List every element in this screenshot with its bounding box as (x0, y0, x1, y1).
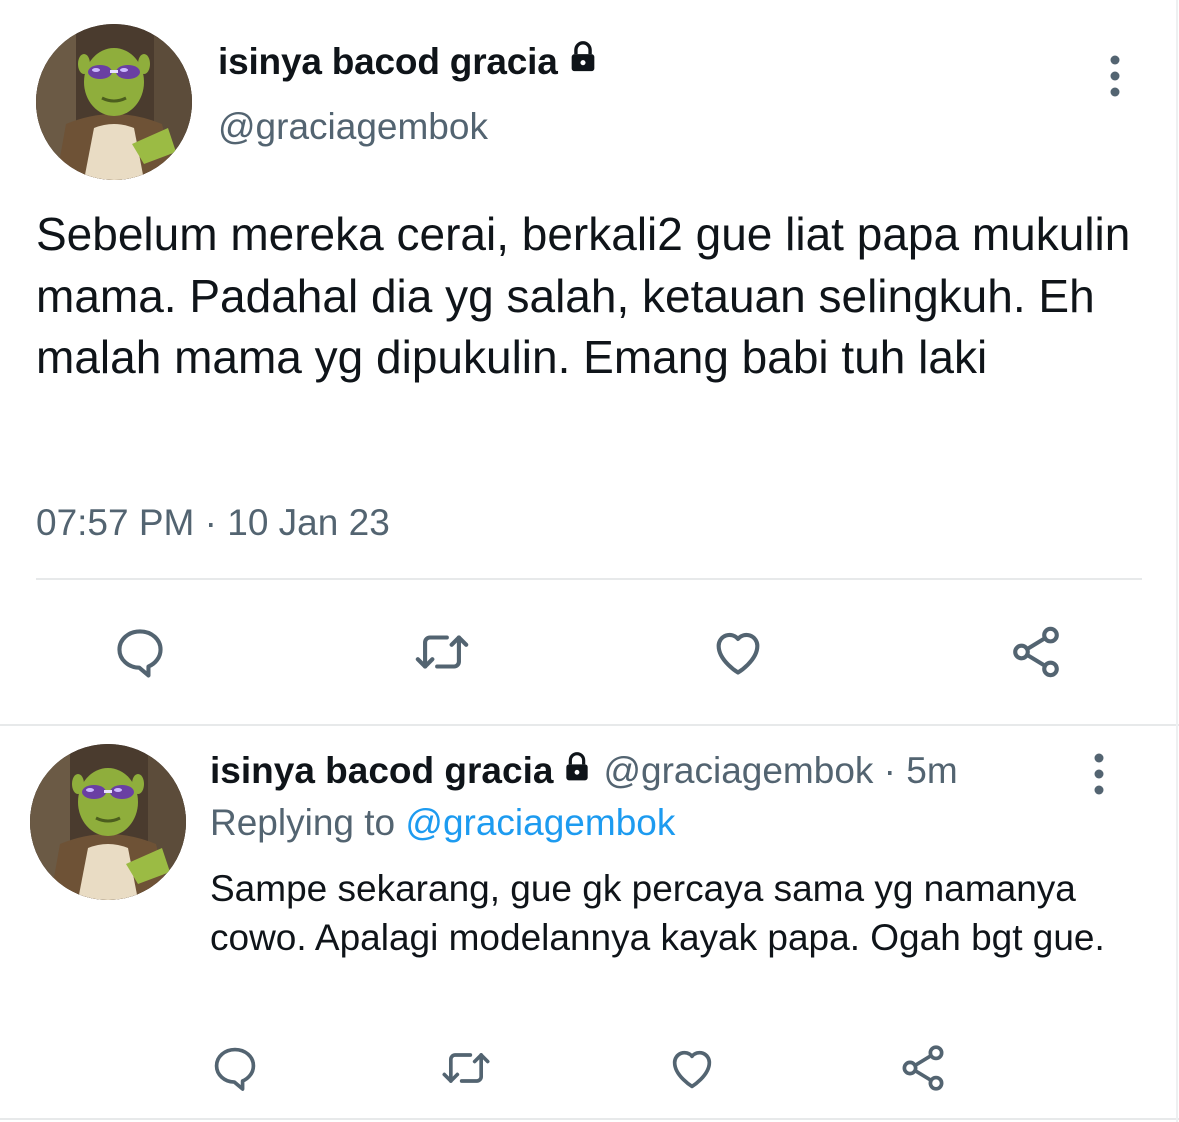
main-tweet-avatar[interactable] (36, 24, 192, 180)
main-tweet-display-name[interactable]: isinya bacod gracia (218, 41, 558, 83)
more-options-icon[interactable] (1100, 52, 1130, 100)
reply-tweet-text: Sampe sekarang, gue gk percaya sama yg n… (210, 868, 1105, 958)
share-icon[interactable] (893, 1038, 953, 1098)
reply-tweet-display-name[interactable]: isinya bacod gracia (210, 750, 553, 792)
divider (36, 578, 1142, 580)
share-icon[interactable] (1004, 620, 1068, 684)
reply-icon[interactable] (108, 620, 172, 684)
retweet-icon[interactable] (436, 1038, 496, 1098)
replying-to-label: Replying to (210, 802, 406, 843)
more-options-icon[interactable] (1084, 750, 1114, 798)
lock-icon (566, 40, 600, 83)
divider (0, 1118, 1179, 1120)
main-tweet-timestamp[interactable]: 07:57 PM · 10 Jan 23 (36, 502, 390, 544)
main-tweet-author-row[interactable]: isinya bacod gracia (218, 40, 600, 83)
reply-tweet-header[interactable]: isinya bacod gracia @graciagembok · 5m (210, 750, 958, 792)
divider (0, 724, 1179, 726)
retweet-icon[interactable] (410, 620, 474, 684)
reply-icon[interactable] (205, 1038, 265, 1098)
main-tweet-handle[interactable]: @graciagembok (218, 106, 488, 148)
reply-tweet-handle-time[interactable]: @graciagembok · 5m (603, 750, 957, 792)
replying-to-mention-link[interactable]: @graciagembok (405, 802, 675, 843)
replying-to-line: Replying to @graciagembok (210, 802, 675, 844)
like-icon[interactable] (662, 1038, 722, 1098)
main-tweet-text: Sebelum mereka cerai, berkali2 gue liat … (36, 208, 1131, 383)
like-icon[interactable] (706, 620, 770, 684)
lock-icon (561, 750, 593, 792)
reply-tweet-avatar[interactable] (30, 744, 186, 900)
timeline-border (1176, 0, 1178, 1122)
